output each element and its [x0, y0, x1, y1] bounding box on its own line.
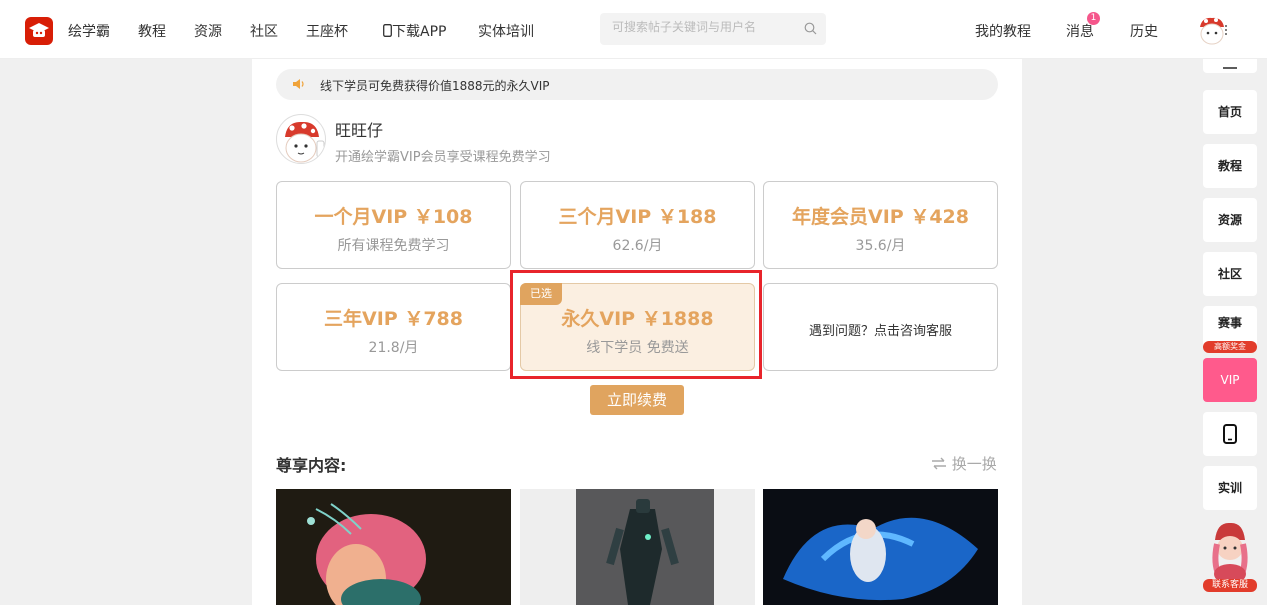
nav-history[interactable]: 历史: [1130, 21, 1158, 41]
user-name: 旺旺仔: [335, 121, 384, 140]
search-icon[interactable]: [804, 22, 817, 35]
search-input[interactable]: [612, 20, 792, 34]
exclusive-content-title: 尊享内容:: [276, 456, 347, 475]
sidebar-item-resources[interactable]: 资源: [1203, 198, 1257, 242]
customer-service-mascot-icon: [1212, 522, 1248, 584]
nav-tutorials[interactable]: 教程: [138, 21, 166, 41]
artwork-image: [763, 489, 998, 605]
customer-service-widget[interactable]: 联系客服: [1203, 518, 1257, 594]
nav-my-tutorials[interactable]: 我的教程: [975, 21, 1031, 41]
sidebar-label: 赛事: [1217, 316, 1242, 330]
phone-icon: [383, 24, 392, 37]
sidebar-label: 首页: [1217, 105, 1242, 119]
user-avatar-top[interactable]: [1197, 15, 1227, 45]
nav-home[interactable]: 绘学霸: [68, 21, 110, 41]
plan-title: 三个月VIP ￥188: [558, 206, 717, 228]
plan-title: 三年VIP ￥788: [324, 308, 463, 330]
swap-label: 换一换: [951, 455, 997, 473]
top-navbar: 绘学霸 教程 资源 社区 王座杯 下载APP 实体培训 我的教程 消息 1 历史: [0, 0, 1267, 59]
sidebar-item-tutorials[interactable]: 教程: [1203, 144, 1257, 188]
sidebar-label: 实训: [1217, 481, 1242, 495]
notice-text: 线下学员可免费获得价值1888元的永久VIP: [320, 79, 550, 93]
selection-highlight: [510, 270, 762, 379]
artwork-image: [276, 489, 511, 605]
plan-subtitle: 62.6/月: [612, 238, 663, 254]
plan-three-months[interactable]: 三个月VIP ￥188 62.6/月: [520, 181, 755, 269]
nav-community[interactable]: 社区: [250, 21, 278, 41]
sidebar-top-stub: [1203, 59, 1257, 73]
speaker-icon: [293, 79, 304, 89]
site-logo[interactable]: [25, 17, 53, 45]
user-subtitle: 开通绘学霸VIP会员享受课程免费学习: [335, 150, 551, 165]
plan-subtitle: 所有课程免费学习: [337, 238, 450, 254]
vip-panel: 线下学员可免费获得价值1888元的永久VIP 旺旺仔 开通绘学霸VIP会员享受课…: [252, 59, 1022, 605]
artwork-thumbnail[interactable]: [276, 489, 511, 605]
contest-prize-tag: 高额奖金: [1203, 341, 1257, 353]
sidebar-label: VIP: [1220, 373, 1240, 387]
nav-download-label: 下载APP: [392, 24, 447, 40]
plan-one-month[interactable]: 一个月VIP ￥108 所有课程免费学习: [276, 181, 511, 269]
artwork-thumbnail[interactable]: [763, 489, 998, 605]
artwork-image: [520, 489, 755, 605]
user-avatar: [276, 114, 326, 164]
message-count-badge: 1: [1087, 12, 1100, 25]
collapse-icon: [1223, 67, 1237, 69]
nav-offline-training[interactable]: 实体培训: [478, 21, 534, 41]
nav-download-app[interactable]: 下载APP: [383, 21, 446, 41]
search-box: [600, 13, 826, 45]
nav-resources[interactable]: 资源: [194, 21, 222, 41]
sidebar-item-vip[interactable]: VIP: [1203, 358, 1257, 402]
plan-title: 一个月VIP ￥108: [314, 206, 473, 228]
plan-title: 年度会员VIP ￥428: [792, 206, 969, 228]
mascot-avatar-icon: [1200, 17, 1227, 45]
artwork-thumbnail[interactable]: [520, 489, 755, 605]
swap-button[interactable]: 换一换: [931, 453, 997, 474]
plan-annual[interactable]: 年度会员VIP ￥428 35.6/月: [763, 181, 998, 269]
logo-hat-icon: [29, 23, 49, 37]
plan-subtitle: 35.6/月: [855, 238, 906, 254]
notice-bar: 线下学员可免费获得价值1888元的永久VIP: [276, 69, 998, 100]
mascot-avatar-icon: [285, 121, 325, 163]
sidebar-item-community[interactable]: 社区: [1203, 252, 1257, 296]
plan-three-years[interactable]: 三年VIP ￥788 21.8/月: [276, 283, 511, 371]
sidebar-label: 教程: [1217, 159, 1242, 173]
plan-subtitle: 21.8/月: [368, 340, 419, 356]
swap-icon: [932, 457, 946, 470]
sidebar-item-contest[interactable]: 赛事 高额奖金: [1203, 306, 1257, 353]
customer-service-card[interactable]: 遇到问题？点击咨询客服: [763, 283, 998, 371]
sidebar-item-training[interactable]: 实训: [1203, 466, 1257, 510]
sidebar-label: 社区: [1217, 267, 1242, 281]
sidebar-item-home[interactable]: 首页: [1203, 90, 1257, 134]
renew-button[interactable]: 立即续费: [590, 385, 684, 415]
help-text: 遇到问题？点击咨询客服: [808, 324, 952, 339]
nav-throne-cup[interactable]: 王座杯: [306, 21, 348, 41]
sidebar-label: 资源: [1217, 213, 1242, 227]
customer-service-label: 联系客服: [1203, 579, 1257, 592]
sidebar-item-mobile[interactable]: [1203, 412, 1257, 456]
mobile-phone-icon: [1223, 424, 1237, 444]
